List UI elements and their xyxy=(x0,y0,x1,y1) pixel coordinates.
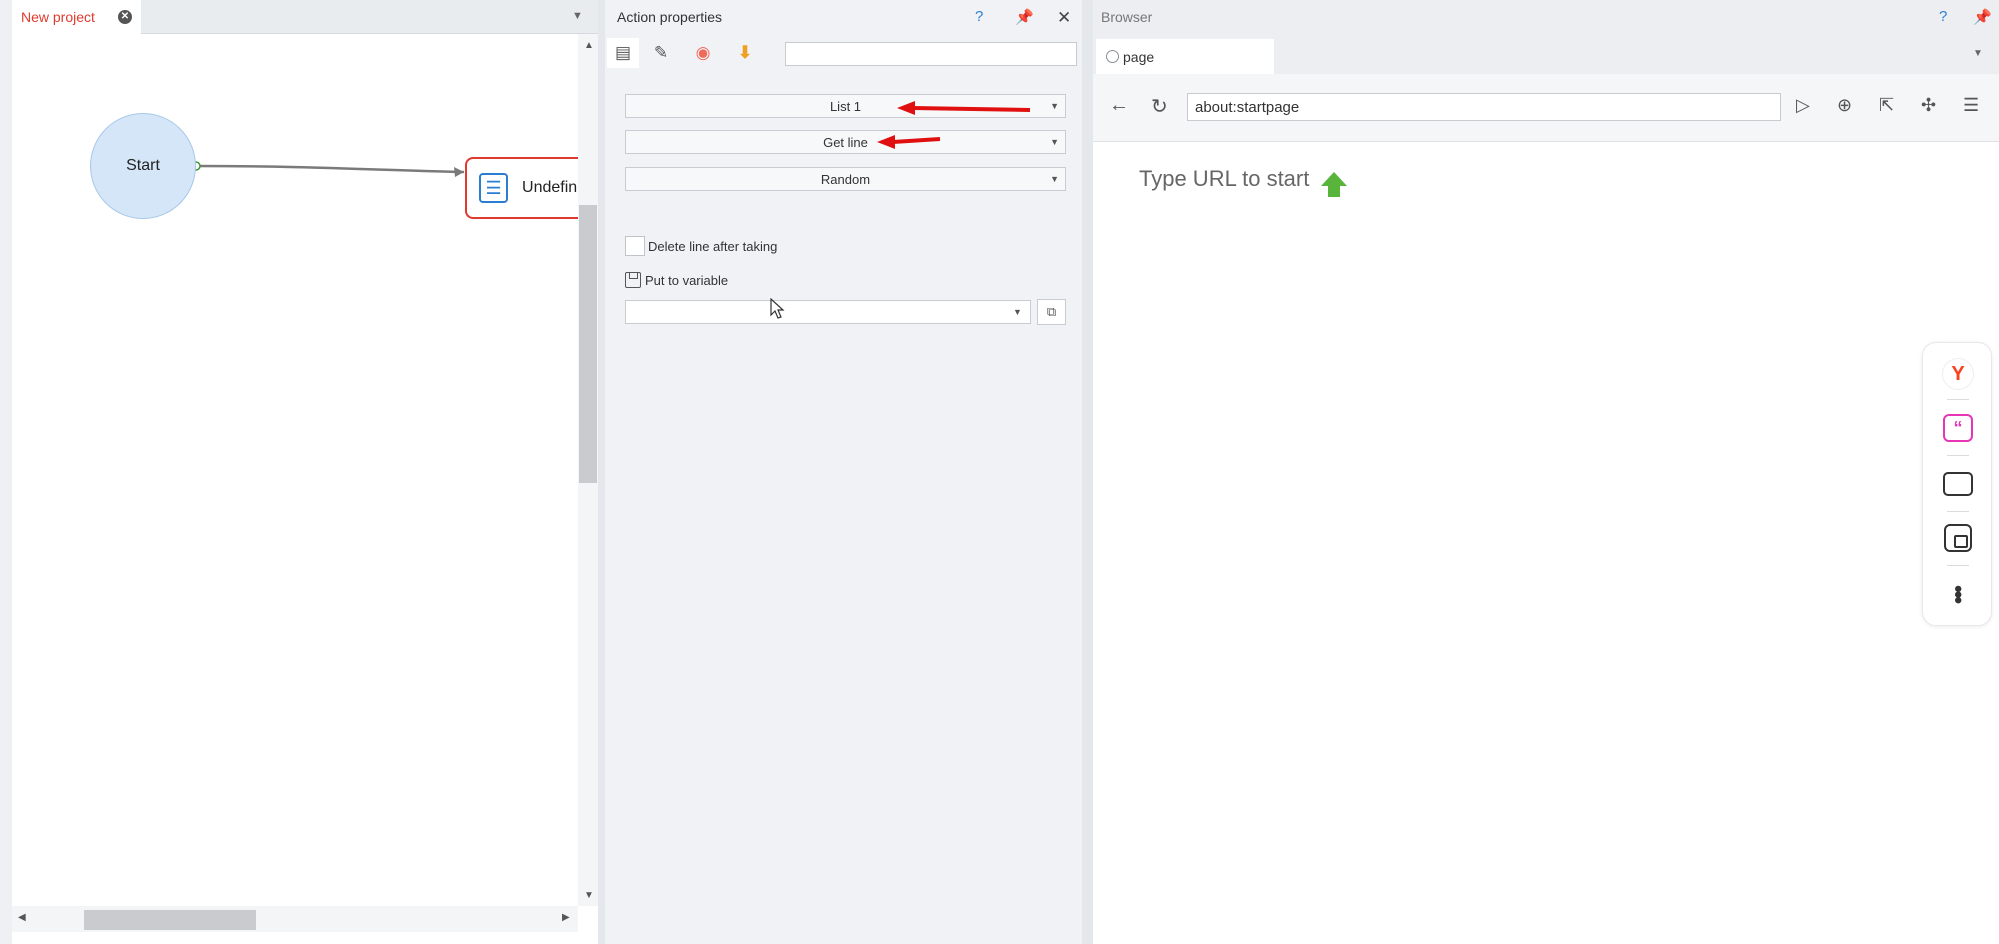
delete-line-label: Delete line after taking xyxy=(648,238,778,254)
start-node-label: Start xyxy=(126,157,160,174)
project-panel: New project ✕ ▼ Start ☰ Undefined ▲ ▼ ◀ xyxy=(12,0,598,944)
properties-title: Action properties xyxy=(617,9,723,25)
quote-icon[interactable]: “ xyxy=(1941,411,1975,445)
chevron-down-icon: ▼ xyxy=(1050,101,1059,111)
puzzle-icon[interactable]: ✣ xyxy=(1921,95,1936,116)
mouse-cursor-icon xyxy=(770,298,785,319)
list-select-value: List 1 xyxy=(829,98,862,114)
chevron-down-icon: ▼ xyxy=(1050,174,1059,184)
pointer-icon[interactable]: ⇱ xyxy=(1879,95,1894,116)
tabs-dropdown-icon[interactable]: ▼ xyxy=(572,10,583,22)
url-value: about:startpage xyxy=(1195,98,1300,116)
delete-line-row: Delete line after taking xyxy=(625,236,777,256)
scroll-up-icon[interactable]: ▲ xyxy=(584,40,594,51)
properties-search-input[interactable] xyxy=(785,42,1077,66)
menu-icon[interactable]: ☰ xyxy=(1963,95,1979,116)
browser-header: Browser xyxy=(1093,0,1999,34)
vertical-scroll-thumb[interactable] xyxy=(579,205,597,483)
start-hint-text: Type URL to start xyxy=(1139,166,1310,191)
url-input[interactable]: about:startpage xyxy=(1187,93,1781,121)
properties-header: Action properties xyxy=(605,0,1082,34)
mode-select[interactable]: Random ▼ xyxy=(625,167,1066,191)
project-canvas[interactable]: Start ☰ Undefined xyxy=(12,34,595,906)
red-arrow-annotation xyxy=(897,101,1031,115)
red-arrow-annotation xyxy=(877,135,941,149)
more-vertical-icon[interactable]: ••• xyxy=(1941,577,1975,611)
dock-divider xyxy=(1947,399,1969,400)
play-icon[interactable]: ▷ xyxy=(1796,95,1810,116)
save-icon xyxy=(625,272,641,288)
pin-icon[interactable]: 📌 xyxy=(1015,8,1034,26)
operation-select-value: Get line xyxy=(823,134,868,150)
close-icon[interactable]: ✕ xyxy=(1057,8,1071,28)
tab-label: New project xyxy=(21,9,95,25)
left-gutter xyxy=(0,0,12,944)
project-tabbar: New project ✕ ▼ xyxy=(12,0,598,34)
scroll-left-icon[interactable]: ◀ xyxy=(18,912,26,923)
upload-arrow-icon xyxy=(1321,172,1348,197)
start-node[interactable]: Start xyxy=(90,113,196,219)
edit-properties-icon[interactable]: ✎ xyxy=(645,38,677,68)
help-icon[interactable]: ? xyxy=(1939,8,1947,25)
tab-page-label: page xyxy=(1123,48,1155,65)
close-tab-icon[interactable]: ✕ xyxy=(118,10,132,24)
operation-select[interactable]: Get line ▼ xyxy=(625,130,1066,154)
app-window: New project ✕ ▼ Start ☰ Undefined ▲ ▼ ◀ xyxy=(0,0,1999,944)
put-to-variable-label: Put to variable xyxy=(645,272,729,288)
subtitles-icon[interactable] xyxy=(1941,467,1975,501)
scroll-right-icon[interactable]: ▶ xyxy=(562,912,570,923)
tab-page[interactable]: page xyxy=(1096,39,1274,74)
variable-select[interactable] xyxy=(625,300,1031,324)
panel-splitter[interactable] xyxy=(598,0,605,944)
scroll-down-icon[interactable]: ▼ xyxy=(584,890,594,901)
copy-icon: ⧉ xyxy=(1046,304,1057,319)
browser-tabbar: page xyxy=(1093,34,1999,74)
pin-icon[interactable]: 📌 xyxy=(1973,8,1992,26)
action-node[interactable]: ☰ Undefined xyxy=(465,157,595,219)
panel-splitter[interactable] xyxy=(1082,0,1093,944)
tabs-dropdown-icon[interactable]: ▼ xyxy=(1973,48,1983,59)
dock-divider xyxy=(1947,511,1969,512)
browser-title: Browser xyxy=(1101,9,1153,25)
copy-variable-button[interactable]: ⧉ xyxy=(1037,299,1066,325)
back-icon[interactable]: ← xyxy=(1109,94,1129,117)
properties-view-icon[interactable]: ▤ xyxy=(607,38,639,68)
yandex-icon[interactable]: Y xyxy=(1941,357,1975,391)
help-icon[interactable]: ? xyxy=(975,8,983,25)
delete-line-checkbox[interactable] xyxy=(625,236,645,256)
chevron-down-icon: ▼ xyxy=(1050,137,1059,147)
browser-side-dock: Y “ ••• xyxy=(1922,342,1992,626)
list-icon: ☰ xyxy=(479,173,509,203)
put-to-variable-row: Put to variable xyxy=(625,272,728,288)
reload-icon[interactable]: ↻ xyxy=(1151,94,1168,119)
action-properties-panel: Action properties ? 📌 ✕ ▤ ✎ ◉ ⬇ List 1 ▼… xyxy=(605,0,1082,944)
dock-divider xyxy=(1947,455,1969,456)
record-icon[interactable]: ◉ xyxy=(687,38,719,68)
picture-in-picture-icon[interactable] xyxy=(1941,521,1975,555)
browser-panel: Browser ? 📌 page ▼ ← ↻ about:startpage ▷… xyxy=(1093,0,1999,944)
start-hint: Type URL to start xyxy=(1139,166,1348,197)
chevron-down-icon[interactable]: ▼ xyxy=(1013,307,1022,317)
download-arrow-icon[interactable]: ⬇ xyxy=(729,38,761,68)
dock-divider xyxy=(1947,565,1969,566)
add-circle-icon[interactable]: ⊕ xyxy=(1837,95,1852,116)
horizontal-scroll-thumb[interactable] xyxy=(84,910,256,930)
globe-icon xyxy=(1106,50,1119,63)
mode-select-value: Random xyxy=(820,171,871,187)
